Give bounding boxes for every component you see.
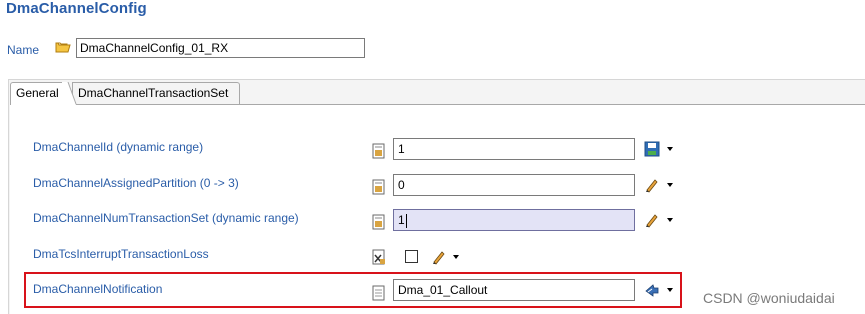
boolean-doc-icon: [372, 249, 385, 265]
tab-general-label: General: [16, 86, 59, 100]
tcsinterrupt-checkbox[interactable]: [405, 250, 418, 263]
pencil-icon[interactable]: [644, 212, 660, 228]
numtransactionset-value: 1: [398, 213, 405, 227]
assignedpartition-field[interactable]: 0: [393, 174, 635, 196]
calculator-doc-icon: [372, 143, 385, 159]
dmachannelid-field[interactable]: 1: [393, 138, 635, 160]
page-title: DmaChannelConfig: [6, 0, 147, 17]
assignedpartition-value: 0: [398, 178, 405, 192]
tab-divider: [62, 82, 77, 105]
numtransactionset-field[interactable]: 1: [393, 209, 635, 231]
text-caret: [405, 213, 407, 228]
name-field[interactable]: [76, 38, 365, 58]
tab-general[interactable]: General: [10, 82, 68, 105]
tab-dmachanneltransactionset[interactable]: DmaChannelTransactionSet: [72, 82, 240, 104]
pencil-icon[interactable]: [431, 249, 447, 265]
prop-label-assignedpartition: DmaChannelAssignedPartition (0 -> 3): [33, 176, 239, 190]
calculator-doc-icon: [372, 179, 385, 195]
calculator-doc-icon: [372, 214, 385, 230]
prop-label-numtransactionset: DmaChannelNumTransactionSet (dynamic ran…: [33, 211, 299, 225]
prop-label-dmachannelid: DmaChannelId (dynamic range): [33, 140, 204, 154]
pencil-icon[interactable]: [644, 177, 660, 193]
chevron-down-icon[interactable]: [667, 218, 673, 222]
folder-icon[interactable]: [55, 40, 71, 54]
dmachannelid-value: 1: [398, 142, 405, 156]
highlight-box: [24, 272, 682, 308]
name-label: Name: [7, 43, 40, 57]
save-icon[interactable]: [644, 141, 660, 157]
chevron-down-icon[interactable]: [453, 255, 459, 259]
chevron-down-icon[interactable]: [667, 147, 673, 151]
chevron-down-icon[interactable]: [667, 183, 673, 187]
tab-transactionset-label: DmaChannelTransactionSet: [78, 86, 229, 100]
watermark: CSDN @woniudaidai: [703, 290, 835, 306]
prop-label-tcsinterrupt: DmaTcsInterruptTransactionLoss: [33, 247, 209, 261]
